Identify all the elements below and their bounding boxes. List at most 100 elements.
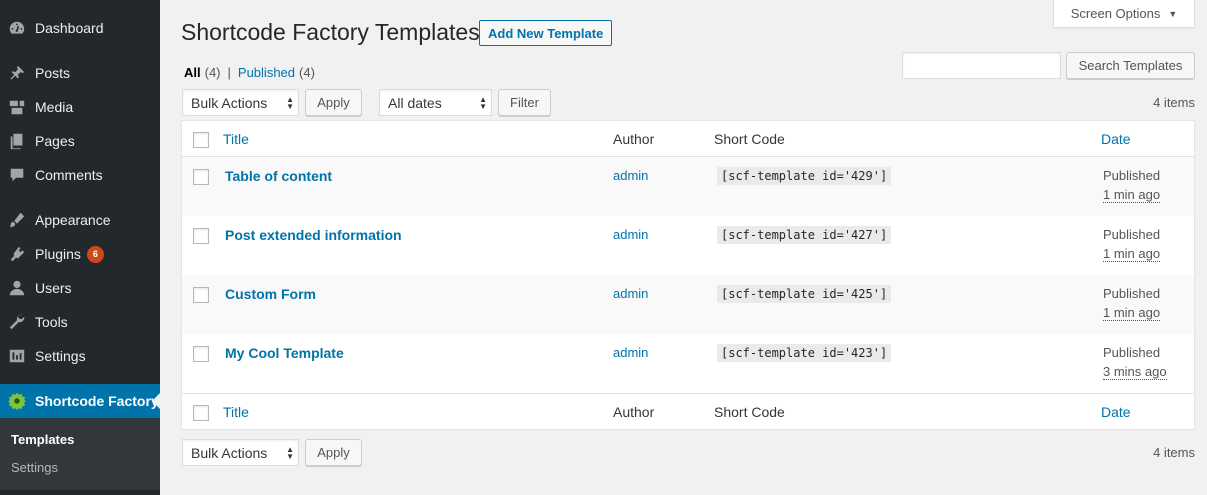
template-title-link[interactable]: Custom Form xyxy=(225,286,316,302)
select-arrows-icon: ▲ ▼ xyxy=(286,445,294,461)
brush-icon xyxy=(8,211,26,229)
template-title-link[interactable]: Table of content xyxy=(225,168,332,184)
screen-options-button[interactable]: Screen Options ▼ xyxy=(1053,0,1195,28)
sidebar-item-label: Shortcode Factory xyxy=(35,393,159,409)
select-arrows-icon: ▲ ▼ xyxy=(479,95,487,111)
sidebar-item-label: Plugins xyxy=(35,246,81,262)
media-icon xyxy=(8,98,26,116)
filter-published-count: (4) xyxy=(299,65,315,80)
filter-all-count: (4) xyxy=(204,65,221,80)
bulk-actions-select-bottom[interactable]: Bulk Actions ▲ ▼ xyxy=(182,439,299,466)
shortcode-factory-submenu: Templates Settings xyxy=(0,418,160,490)
author-link[interactable]: admin xyxy=(613,227,648,242)
author-link[interactable]: admin xyxy=(613,345,648,360)
table-header: Title Author Short Code Date xyxy=(182,121,1194,157)
publish-status: Published xyxy=(1103,168,1161,183)
sidebar-item-shortcode-factory[interactable]: Shortcode Factory xyxy=(0,384,160,418)
sidebar-item-pages[interactable]: Pages xyxy=(0,124,160,158)
filter-published-link[interactable]: Published xyxy=(238,65,295,80)
sidebar-item-label: Pages xyxy=(35,133,75,149)
table-row: My Cool Template admin [scf-template id=… xyxy=(182,334,1194,393)
column-title-footer[interactable]: Title xyxy=(223,404,249,420)
comments-icon xyxy=(8,166,26,184)
table-footer: Title Author Short Code Date xyxy=(182,393,1194,429)
filter-button[interactable]: Filter xyxy=(498,89,551,116)
sidebar-item-label: Users xyxy=(35,280,72,296)
select-all-checkbox-footer[interactable] xyxy=(193,405,209,421)
sidebar-item-comments[interactable]: Comments xyxy=(0,158,160,192)
sidebar-item-label: Appearance xyxy=(35,212,111,228)
plugin-icon xyxy=(8,245,26,263)
sidebar-item-tools[interactable]: Tools xyxy=(0,305,160,339)
column-author-header: Author xyxy=(613,131,655,147)
shortcode-value: [scf-template id='427'] xyxy=(717,226,892,244)
filter-all-link[interactable]: All xyxy=(184,65,201,80)
publish-time: 1 min ago xyxy=(1103,246,1161,262)
search-templates-button[interactable]: Search Templates xyxy=(1066,52,1195,79)
row-checkbox[interactable] xyxy=(193,228,209,244)
publish-time: 3 mins ago xyxy=(1103,364,1167,380)
row-checkbox[interactable] xyxy=(193,346,209,362)
column-date-header[interactable]: Date xyxy=(1101,131,1131,147)
search-input[interactable] xyxy=(902,52,1061,79)
apply-button-top[interactable]: Apply xyxy=(305,89,362,116)
gear-icon xyxy=(8,392,26,410)
apply-button-bottom[interactable]: Apply xyxy=(305,439,362,466)
row-checkbox[interactable] xyxy=(193,169,209,185)
bulk-actions-value: Bulk Actions xyxy=(191,444,268,461)
items-count-bottom: 4 items xyxy=(1153,445,1195,460)
bulk-actions-value: Bulk Actions xyxy=(191,94,268,111)
column-shortcode-header: Short Code xyxy=(714,131,785,147)
sidebar-item-label: Comments xyxy=(35,167,103,183)
template-title-link[interactable]: My Cool Template xyxy=(225,345,344,361)
sidebar-item-label: Tools xyxy=(35,314,68,330)
template-title-link[interactable]: Post extended information xyxy=(225,227,402,243)
filter-separator: | xyxy=(227,65,231,80)
row-checkbox[interactable] xyxy=(193,287,209,303)
sidebar-item-settings[interactable]: Settings xyxy=(0,339,160,373)
sidebar-item-posts[interactable]: Posts xyxy=(0,56,160,90)
column-title-header[interactable]: Title xyxy=(223,131,249,147)
column-date-footer[interactable]: Date xyxy=(1101,404,1131,420)
publish-status: Published xyxy=(1103,227,1161,242)
status-filter-links: All (4) | Published (4) xyxy=(184,65,315,80)
sidebar-item-appearance[interactable]: Appearance xyxy=(0,203,160,237)
column-author-footer: Author xyxy=(613,404,655,420)
pages-icon xyxy=(8,132,26,150)
admin-sidebar: Dashboard Posts Media Pages Comments App… xyxy=(0,0,160,495)
select-all-checkbox[interactable] xyxy=(193,132,209,148)
dashboard-icon xyxy=(8,19,26,37)
publish-status: Published xyxy=(1103,286,1161,301)
sidebar-item-users[interactable]: Users xyxy=(0,271,160,305)
pin-icon xyxy=(8,64,26,82)
publish-time: 1 min ago xyxy=(1103,187,1161,203)
sidebar-item-media[interactable]: Media xyxy=(0,90,160,124)
table-row: Custom Form admin [scf-template id='425'… xyxy=(182,275,1194,334)
items-count-top: 4 items xyxy=(1153,95,1195,110)
chevron-down-icon: ▼ xyxy=(1168,8,1178,19)
author-link[interactable]: admin xyxy=(613,168,648,183)
sidebar-item-label: Settings xyxy=(35,348,86,364)
sidebar-item-label: Posts xyxy=(35,65,71,81)
sidebar-item-label: Media xyxy=(35,99,74,115)
sidebar-item-dashboard[interactable]: Dashboard xyxy=(0,11,160,45)
templates-table: Title Author Short Code Date Table of co… xyxy=(181,120,1195,430)
add-new-template-button[interactable]: Add New Template xyxy=(479,20,613,46)
submenu-item-settings[interactable]: Settings xyxy=(11,460,58,475)
sidebar-item-plugins[interactable]: Plugins 6 xyxy=(0,237,160,271)
table-row: Table of content admin [scf-template id=… xyxy=(182,157,1194,216)
date-filter-select[interactable]: All dates ▲ ▼ xyxy=(379,89,492,116)
select-arrows-icon: ▲ ▼ xyxy=(286,95,294,111)
update-count-badge: 6 xyxy=(86,245,104,263)
shortcode-value: [scf-template id='423'] xyxy=(717,344,892,362)
shortcode-value: [scf-template id='425'] xyxy=(717,285,892,303)
submenu-item-templates[interactable]: Templates xyxy=(11,432,74,447)
bulk-actions-select-top[interactable]: Bulk Actions ▲ ▼ xyxy=(182,89,299,116)
table-row: Post extended information admin [scf-tem… xyxy=(182,216,1194,275)
page-title: Shortcode Factory Templates xyxy=(181,19,480,45)
users-icon xyxy=(8,279,26,297)
author-link[interactable]: admin xyxy=(613,286,648,301)
publish-time: 1 min ago xyxy=(1103,305,1161,321)
sidebar-item-label: Dashboard xyxy=(35,20,104,36)
screen-options-label: Screen Options xyxy=(1070,6,1161,21)
